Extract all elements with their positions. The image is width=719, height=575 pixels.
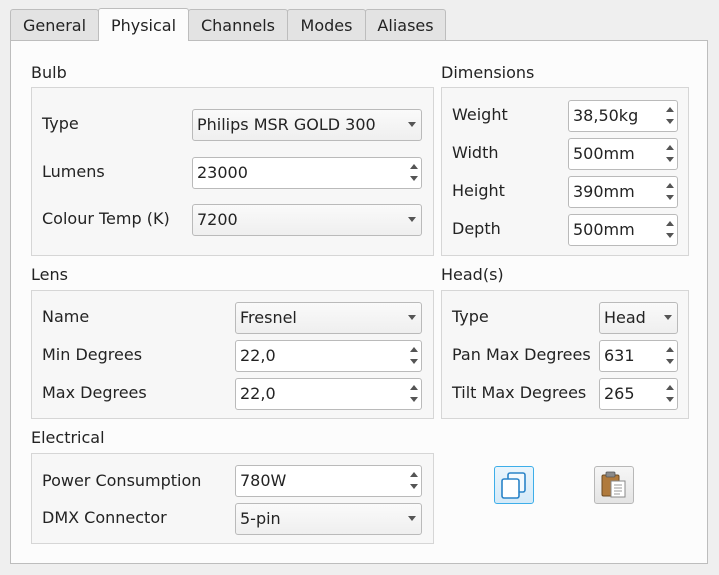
weight-value: 38,50kg bbox=[573, 106, 639, 125]
spin-up-icon[interactable] bbox=[666, 107, 674, 112]
tab-modes[interactable]: Modes bbox=[287, 9, 366, 40]
chevron-down-icon bbox=[408, 122, 416, 127]
spin-down-icon[interactable] bbox=[666, 119, 674, 124]
spin-up-icon[interactable] bbox=[666, 183, 674, 188]
copy-icon bbox=[501, 472, 526, 499]
spin-down-icon[interactable] bbox=[666, 233, 674, 238]
spin-up-icon[interactable] bbox=[666, 145, 674, 150]
width-value: 500mm bbox=[573, 144, 635, 163]
min-degrees-spinbox[interactable]: 22,0 bbox=[235, 340, 422, 372]
pan-max-label: Pan Max Degrees bbox=[452, 345, 591, 364]
spin-up-icon[interactable] bbox=[410, 347, 418, 352]
tab-channels[interactable]: Channels bbox=[188, 9, 288, 40]
lens-title: Lens bbox=[31, 265, 68, 284]
spin-up-icon[interactable] bbox=[666, 385, 674, 390]
lumens-value: 23000 bbox=[197, 163, 248, 182]
pan-max-value: 631 bbox=[604, 346, 635, 365]
heads-group: Type Head Pan Max Degrees 631 Tilt Max D… bbox=[441, 290, 689, 419]
spin-up-icon[interactable] bbox=[410, 385, 418, 390]
power-consumption-spinbox[interactable]: 780W bbox=[235, 465, 422, 497]
spin-up-icon[interactable] bbox=[666, 347, 674, 352]
depth-value: 500mm bbox=[573, 220, 635, 239]
colour-temp-label: Colour Temp (K) bbox=[42, 209, 170, 228]
chevron-down-icon bbox=[664, 315, 672, 320]
tilt-max-spinbox[interactable]: 265 bbox=[599, 378, 678, 410]
weight-spinbox[interactable]: 38,50kg bbox=[568, 100, 678, 132]
dimensions-title: Dimensions bbox=[441, 63, 535, 82]
spin-down-icon[interactable] bbox=[666, 157, 674, 162]
lens-name-combo[interactable]: Fresnel bbox=[235, 302, 422, 334]
dimensions-group: Weight 38,50kg Width 500mm Height 390mm … bbox=[441, 87, 689, 256]
spin-up-icon[interactable] bbox=[410, 472, 418, 477]
height-value: 390mm bbox=[573, 182, 635, 201]
electrical-group: Power Consumption 780W DMX Connector 5-p… bbox=[31, 453, 434, 544]
lens-name-label: Name bbox=[42, 307, 90, 326]
head-type-value: Head bbox=[604, 308, 646, 327]
spin-down-icon[interactable] bbox=[666, 397, 674, 402]
min-degrees-value: 22,0 bbox=[240, 346, 276, 365]
min-degrees-label: Min Degrees bbox=[42, 345, 143, 364]
power-consumption-label: Power Consumption bbox=[42, 471, 202, 490]
copy-button[interactable] bbox=[494, 466, 534, 504]
paste-button[interactable] bbox=[594, 466, 634, 504]
head-type-combo[interactable]: Head bbox=[599, 302, 678, 334]
lens-group: Name Fresnel Min Degrees 22,0 Max Degree… bbox=[31, 290, 434, 419]
bulb-type-combo[interactable]: Philips MSR GOLD 300 bbox=[192, 109, 422, 141]
tilt-max-value: 265 bbox=[604, 384, 635, 403]
weight-label: Weight bbox=[452, 105, 508, 124]
height-label: Height bbox=[452, 181, 505, 200]
spin-down-icon[interactable] bbox=[410, 397, 418, 402]
colour-temp-value: 7200 bbox=[197, 210, 238, 229]
depth-label: Depth bbox=[452, 219, 501, 238]
bulb-group: Type Philips MSR GOLD 300 Lumens 23000 C… bbox=[31, 87, 434, 256]
spin-up-icon[interactable] bbox=[666, 221, 674, 226]
dmx-connector-label: DMX Connector bbox=[42, 508, 167, 527]
width-spinbox[interactable]: 500mm bbox=[568, 138, 678, 170]
max-degrees-spinbox[interactable]: 22,0 bbox=[235, 378, 422, 410]
spin-down-icon[interactable] bbox=[666, 195, 674, 200]
depth-spinbox[interactable]: 500mm bbox=[568, 214, 678, 246]
pan-max-spinbox[interactable]: 631 bbox=[599, 340, 678, 372]
head-type-label: Type bbox=[452, 307, 489, 326]
max-degrees-value: 22,0 bbox=[240, 384, 276, 403]
tilt-max-label: Tilt Max Degrees bbox=[452, 383, 587, 402]
bulb-type-label: Type bbox=[42, 114, 79, 133]
spin-down-icon[interactable] bbox=[410, 359, 418, 364]
heads-title: Head(s) bbox=[441, 265, 504, 284]
spin-down-icon[interactable] bbox=[666, 359, 674, 364]
lumens-label: Lumens bbox=[42, 162, 105, 181]
physical-panel: Bulb Type Philips MSR GOLD 300 Lumens 23… bbox=[10, 40, 708, 564]
bulb-title: Bulb bbox=[31, 63, 67, 82]
spin-down-icon[interactable] bbox=[410, 484, 418, 489]
spin-down-icon[interactable] bbox=[410, 176, 418, 181]
lens-name-value: Fresnel bbox=[240, 308, 297, 327]
width-label: Width bbox=[452, 143, 499, 162]
dmx-connector-combo[interactable]: 5-pin bbox=[235, 503, 422, 535]
paste-icon bbox=[601, 471, 626, 498]
lumens-spinbox[interactable]: 23000 bbox=[192, 157, 422, 189]
bulb-type-value: Philips MSR GOLD 300 bbox=[197, 115, 376, 134]
max-degrees-label: Max Degrees bbox=[42, 383, 147, 402]
power-consumption-value: 780W bbox=[240, 471, 287, 490]
dmx-connector-value: 5-pin bbox=[240, 509, 281, 528]
colour-temp-combo[interactable]: 7200 bbox=[192, 204, 422, 236]
spin-up-icon[interactable] bbox=[410, 164, 418, 169]
tab-aliases[interactable]: Aliases bbox=[365, 9, 446, 40]
chevron-down-icon bbox=[408, 217, 416, 222]
tab-general[interactable]: General bbox=[10, 9, 99, 40]
height-spinbox[interactable]: 390mm bbox=[568, 176, 678, 208]
chevron-down-icon bbox=[408, 315, 416, 320]
electrical-title: Electrical bbox=[31, 428, 105, 447]
chevron-down-icon bbox=[408, 516, 416, 521]
tab-physical[interactable]: Physical bbox=[98, 8, 189, 41]
